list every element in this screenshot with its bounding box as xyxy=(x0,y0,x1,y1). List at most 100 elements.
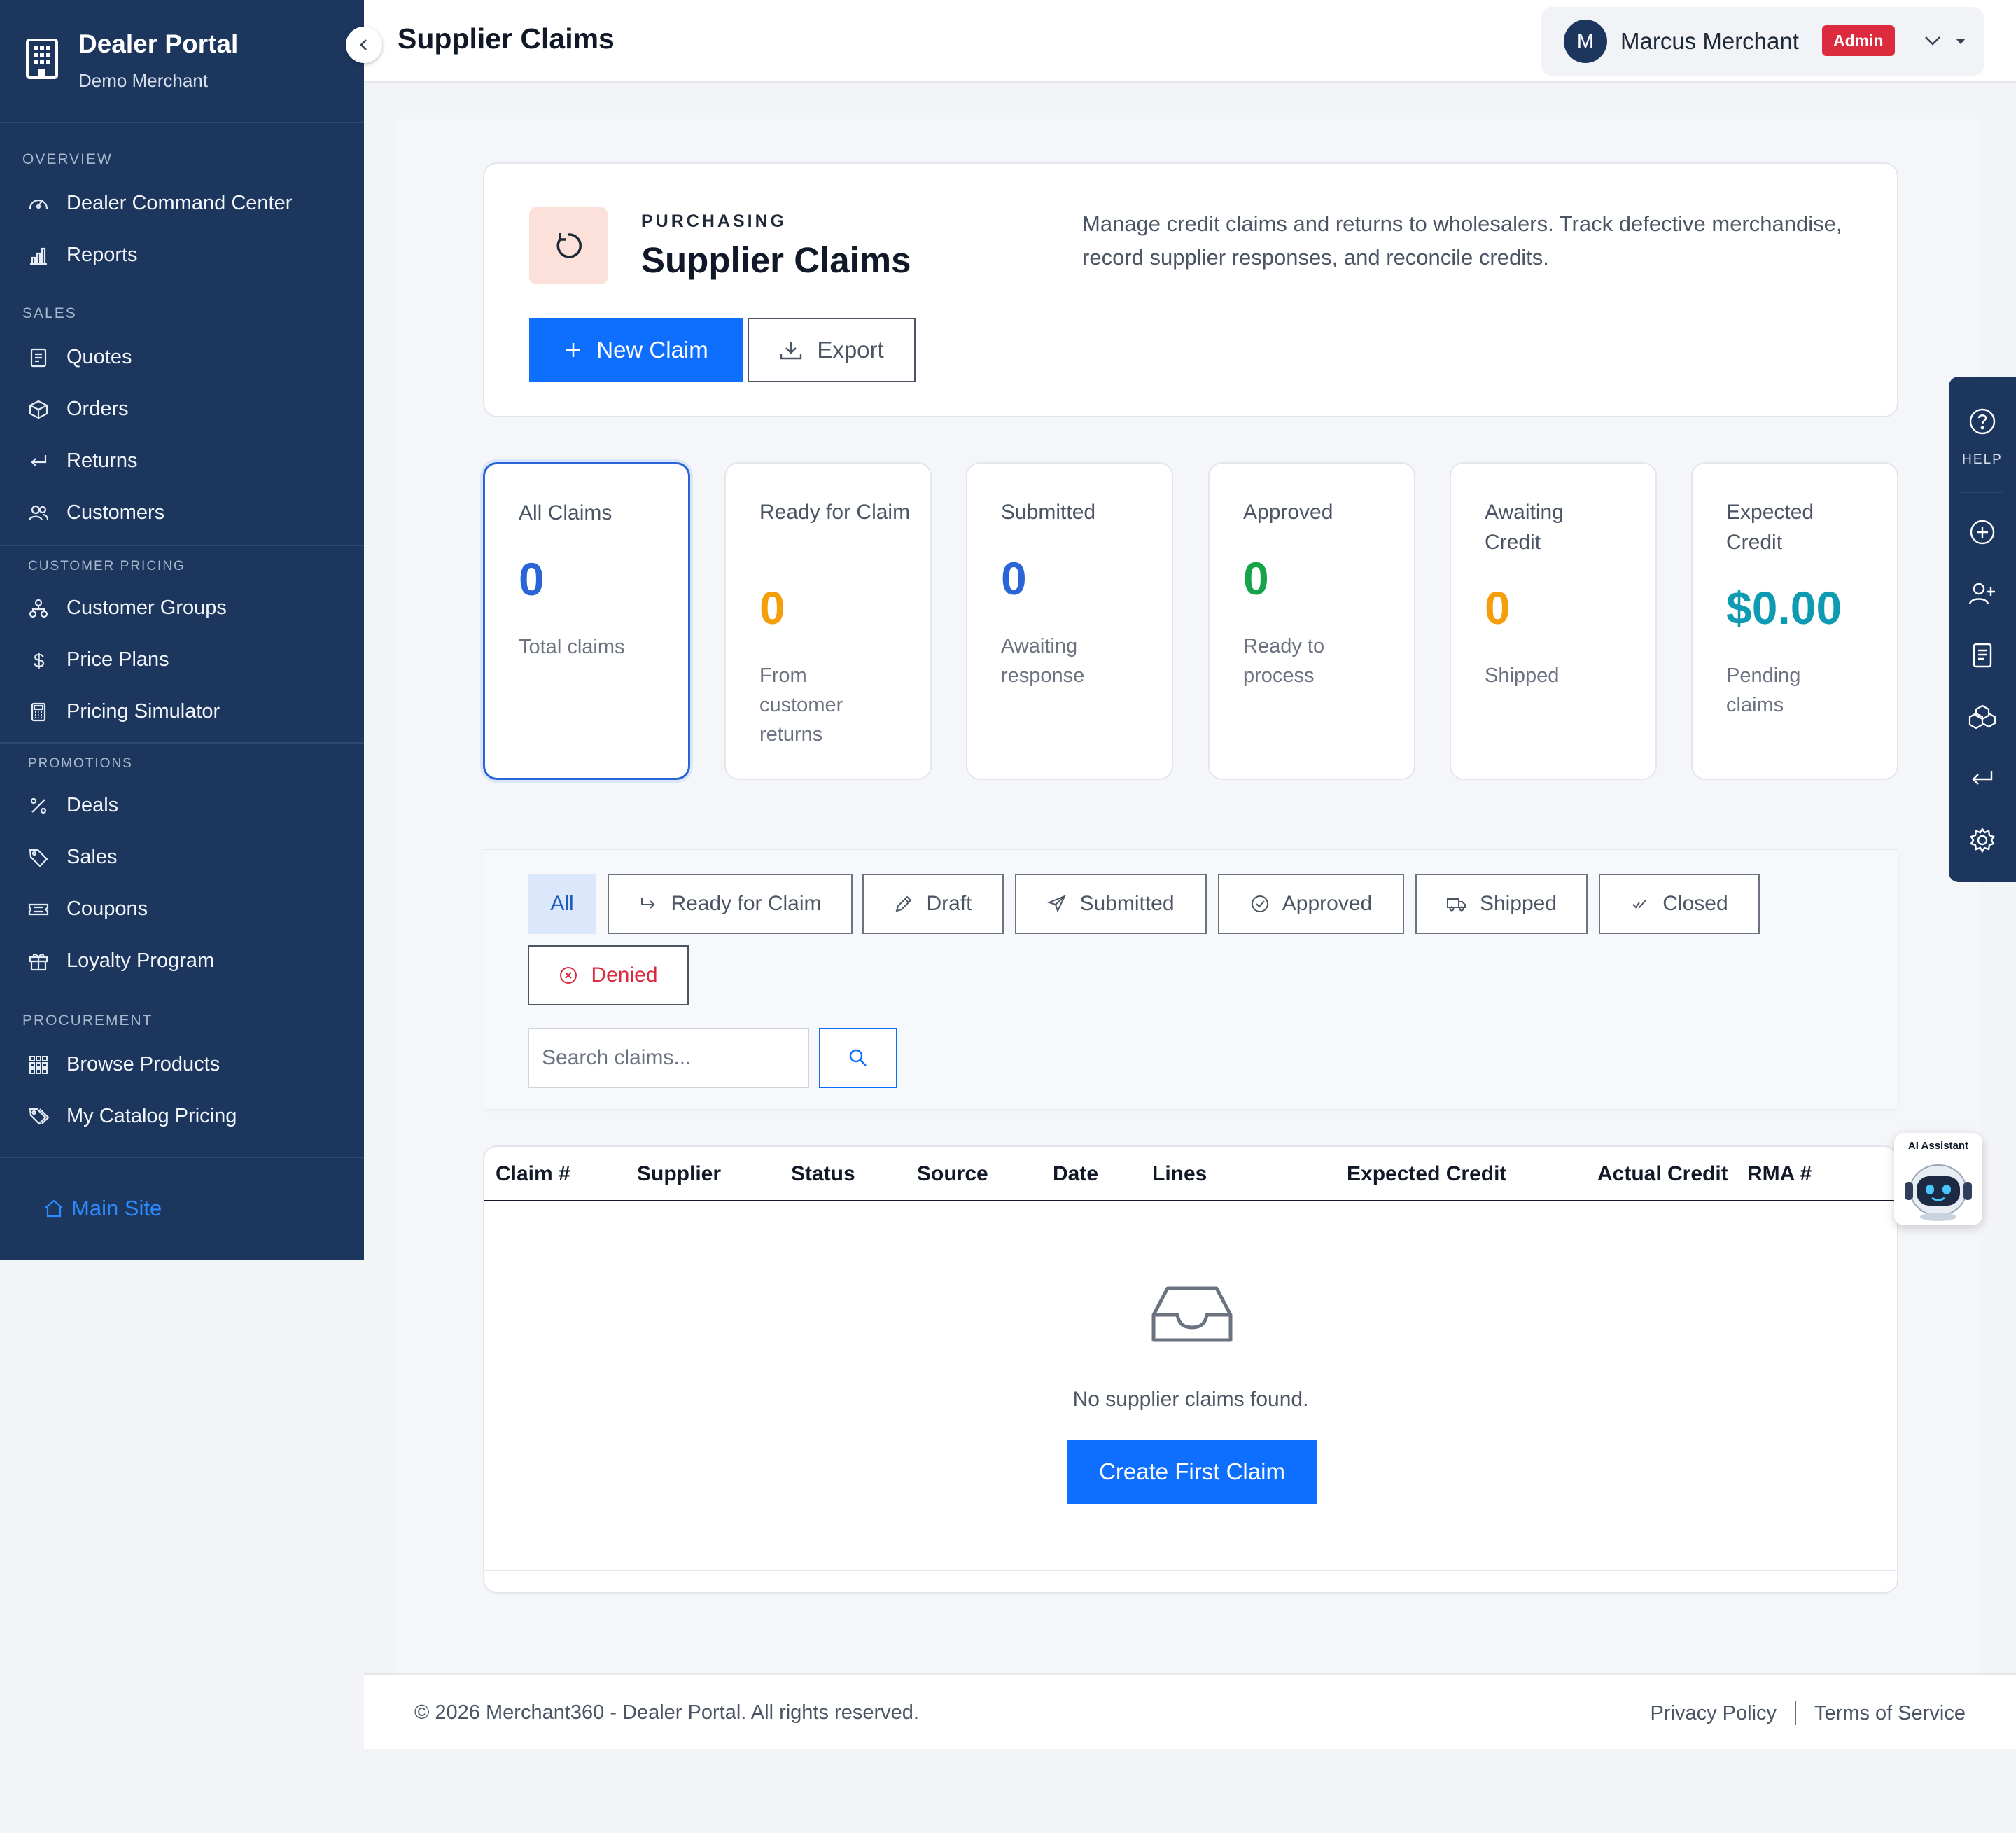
settings-button[interactable] xyxy=(1949,812,2016,868)
sidebar-item-label: Browse Products xyxy=(66,1053,220,1075)
column-header-date[interactable]: Date xyxy=(1053,1162,1098,1186)
sidebar-item-reports[interactable]: Reports xyxy=(0,234,364,276)
column-header-supplier[interactable]: Supplier xyxy=(637,1162,721,1186)
filter-chip-label: Draft xyxy=(926,892,972,915)
nav-section-customer-pricing: CUSTOMER PRICING xyxy=(28,559,186,573)
sidebar-item-orders[interactable]: Orders xyxy=(0,388,364,430)
help-button[interactable] xyxy=(1949,393,2016,449)
stat-label: Ready for Claim xyxy=(760,501,911,524)
sidebar-collapse-button[interactable] xyxy=(346,27,382,63)
new-claim-label: New Claim xyxy=(596,337,708,363)
nav-section-overview: OVERVIEW xyxy=(22,151,113,167)
sidebar-item-quotes[interactable]: Quotes xyxy=(0,336,364,378)
stat-value: 0 xyxy=(1485,582,1511,634)
person-plus-icon xyxy=(1968,580,1996,607)
quick-actions-rail: HELP xyxy=(1949,377,2016,882)
ai-assistant-widget[interactable]: AI Assistant xyxy=(1894,1133,1982,1225)
rail-divider xyxy=(1961,492,2003,493)
user-name: Marcus Merchant xyxy=(1620,28,1799,54)
filter-chip-submitted[interactable]: Submitted xyxy=(1015,874,1207,934)
nav-section-promotions: PROMOTIONS xyxy=(28,756,133,771)
sidebar-item-label: Loyalty Program xyxy=(66,949,215,972)
stat-value: 0 xyxy=(1243,552,1269,604)
double-check-icon xyxy=(1630,894,1650,914)
nav-divider xyxy=(0,545,364,546)
sidebar-item-loyalty-program[interactable]: Loyalty Program xyxy=(0,940,364,982)
page-eyebrow: PURCHASING xyxy=(641,211,788,231)
column-header-source[interactable]: Source xyxy=(917,1162,988,1186)
add-customer-button[interactable] xyxy=(1949,566,2016,622)
role-badge: Admin xyxy=(1822,25,1895,56)
stat-card-all-claims[interactable]: All Claims 0 Total claims xyxy=(483,462,690,780)
sidebar-item-dealer-command-center[interactable]: Dealer Command Center xyxy=(0,182,364,224)
column-header-status[interactable]: Status xyxy=(791,1162,855,1186)
quick-return-button[interactable] xyxy=(1949,751,2016,807)
filter-chip-label: Submitted xyxy=(1079,892,1175,915)
sidebar-item-returns[interactable]: Returns xyxy=(0,440,364,482)
sidebar-item-customers[interactable]: Customers xyxy=(0,492,364,534)
sidebar-item-pricing-simulator[interactable]: Pricing Simulator xyxy=(0,690,364,732)
nav-section-procurement: PROCUREMENT xyxy=(22,1012,153,1029)
stat-subtext: Awaiting response xyxy=(1001,635,1085,687)
sidebar-item-label: Quotes xyxy=(66,346,132,368)
filter-chip-shipped[interactable]: Shipped xyxy=(1415,874,1588,934)
filter-chip-denied[interactable]: Denied xyxy=(528,945,689,1005)
filter-chip-approved[interactable]: Approved xyxy=(1218,874,1404,934)
sidebar-item-my-catalog-pricing[interactable]: My Catalog Pricing xyxy=(0,1095,364,1137)
stat-card-approved[interactable]: Approved 0 Ready to process xyxy=(1208,462,1415,780)
column-header-actual-credit[interactable]: Actual Credit xyxy=(1597,1162,1728,1186)
stat-card-ready-for-claim[interactable]: Ready for Claim 0 From customer returns xyxy=(724,462,932,780)
sidebar-brand: Dealer Portal Demo Merchant xyxy=(0,0,364,123)
sidebar-item-coupons[interactable]: Coupons xyxy=(0,888,364,930)
filter-chip-label: Closed xyxy=(1662,892,1728,915)
quick-add-button[interactable] xyxy=(1949,504,2016,560)
stat-value: 0 xyxy=(760,582,785,634)
create-first-claim-button[interactable]: Create First Claim xyxy=(1067,1440,1317,1504)
column-header-rma-number[interactable]: RMA # xyxy=(1747,1162,1812,1186)
check-circle-icon xyxy=(1250,894,1270,914)
ai-assistant-label: AI Assistant xyxy=(1907,1140,1969,1152)
sidebar-item-customer-groups[interactable]: Customer Groups xyxy=(0,587,364,629)
table-footer-divider xyxy=(484,1570,1897,1571)
new-claim-button[interactable]: New Claim xyxy=(529,318,743,382)
brand-subtitle: Demo Merchant xyxy=(78,70,208,91)
filter-chip-label: All xyxy=(550,892,574,915)
claims-table: Claim # Supplier Status Source Date Line… xyxy=(483,1145,1898,1594)
sidebar-item-label: Returns xyxy=(66,449,138,472)
column-header-lines[interactable]: Lines xyxy=(1152,1162,1207,1186)
quick-products-button[interactable] xyxy=(1949,689,2016,745)
people-icon xyxy=(28,503,49,524)
filter-chip-ready-for-claim[interactable]: Ready for Claim xyxy=(608,874,853,934)
stat-card-awaiting-credit[interactable]: Awaiting Credit 0 Shipped xyxy=(1450,462,1657,780)
column-header-expected-credit[interactable]: Expected Credit xyxy=(1347,1162,1506,1186)
sidebar-item-label: Sales xyxy=(66,846,118,868)
nav-divider xyxy=(0,742,364,744)
plus-icon xyxy=(564,341,582,359)
sidebar-item-deals[interactable]: Deals xyxy=(0,784,364,826)
main-site-link[interactable]: Main Site xyxy=(43,1196,162,1221)
brand-title: Dealer Portal xyxy=(78,29,239,58)
filter-chip-draft[interactable]: Draft xyxy=(862,874,1004,934)
quick-quote-button[interactable] xyxy=(1949,627,2016,683)
inbox-icon xyxy=(1151,1284,1233,1344)
sidebar-item-label: Price Plans xyxy=(66,648,169,671)
sidebar-item-price-plans[interactable]: $ Price Plans xyxy=(0,639,364,681)
filter-chip-all[interactable]: All xyxy=(528,874,596,934)
column-header-claim-number[interactable]: Claim # xyxy=(496,1162,570,1186)
search-button[interactable] xyxy=(819,1028,897,1088)
sidebar-item-sales[interactable]: Sales xyxy=(0,836,364,878)
filter-chip-closed[interactable]: Closed xyxy=(1599,874,1760,934)
nav-divider xyxy=(0,1157,364,1158)
box-icon xyxy=(28,399,49,420)
table-header: Claim # Supplier Status Source Date Line… xyxy=(484,1147,1897,1201)
privacy-policy-link[interactable]: Privacy Policy xyxy=(1651,1702,1777,1725)
sidebar-item-browse-products[interactable]: Browse Products xyxy=(0,1043,364,1085)
stat-card-submitted[interactable]: Submitted 0 Awaiting response xyxy=(966,462,1173,780)
search-input[interactable] xyxy=(528,1028,809,1088)
empty-state-text: No supplier claims found. xyxy=(1072,1388,1309,1411)
sidebar-item-label: Deals xyxy=(66,794,119,816)
user-menu[interactable]: M Marcus Merchant Admin xyxy=(1541,7,1984,76)
terms-of-service-link[interactable]: Terms of Service xyxy=(1814,1702,1966,1725)
stat-card-expected-credit[interactable]: Expected Credit $0.00 Pending claims xyxy=(1691,462,1898,780)
export-button[interactable]: Export xyxy=(748,318,916,382)
